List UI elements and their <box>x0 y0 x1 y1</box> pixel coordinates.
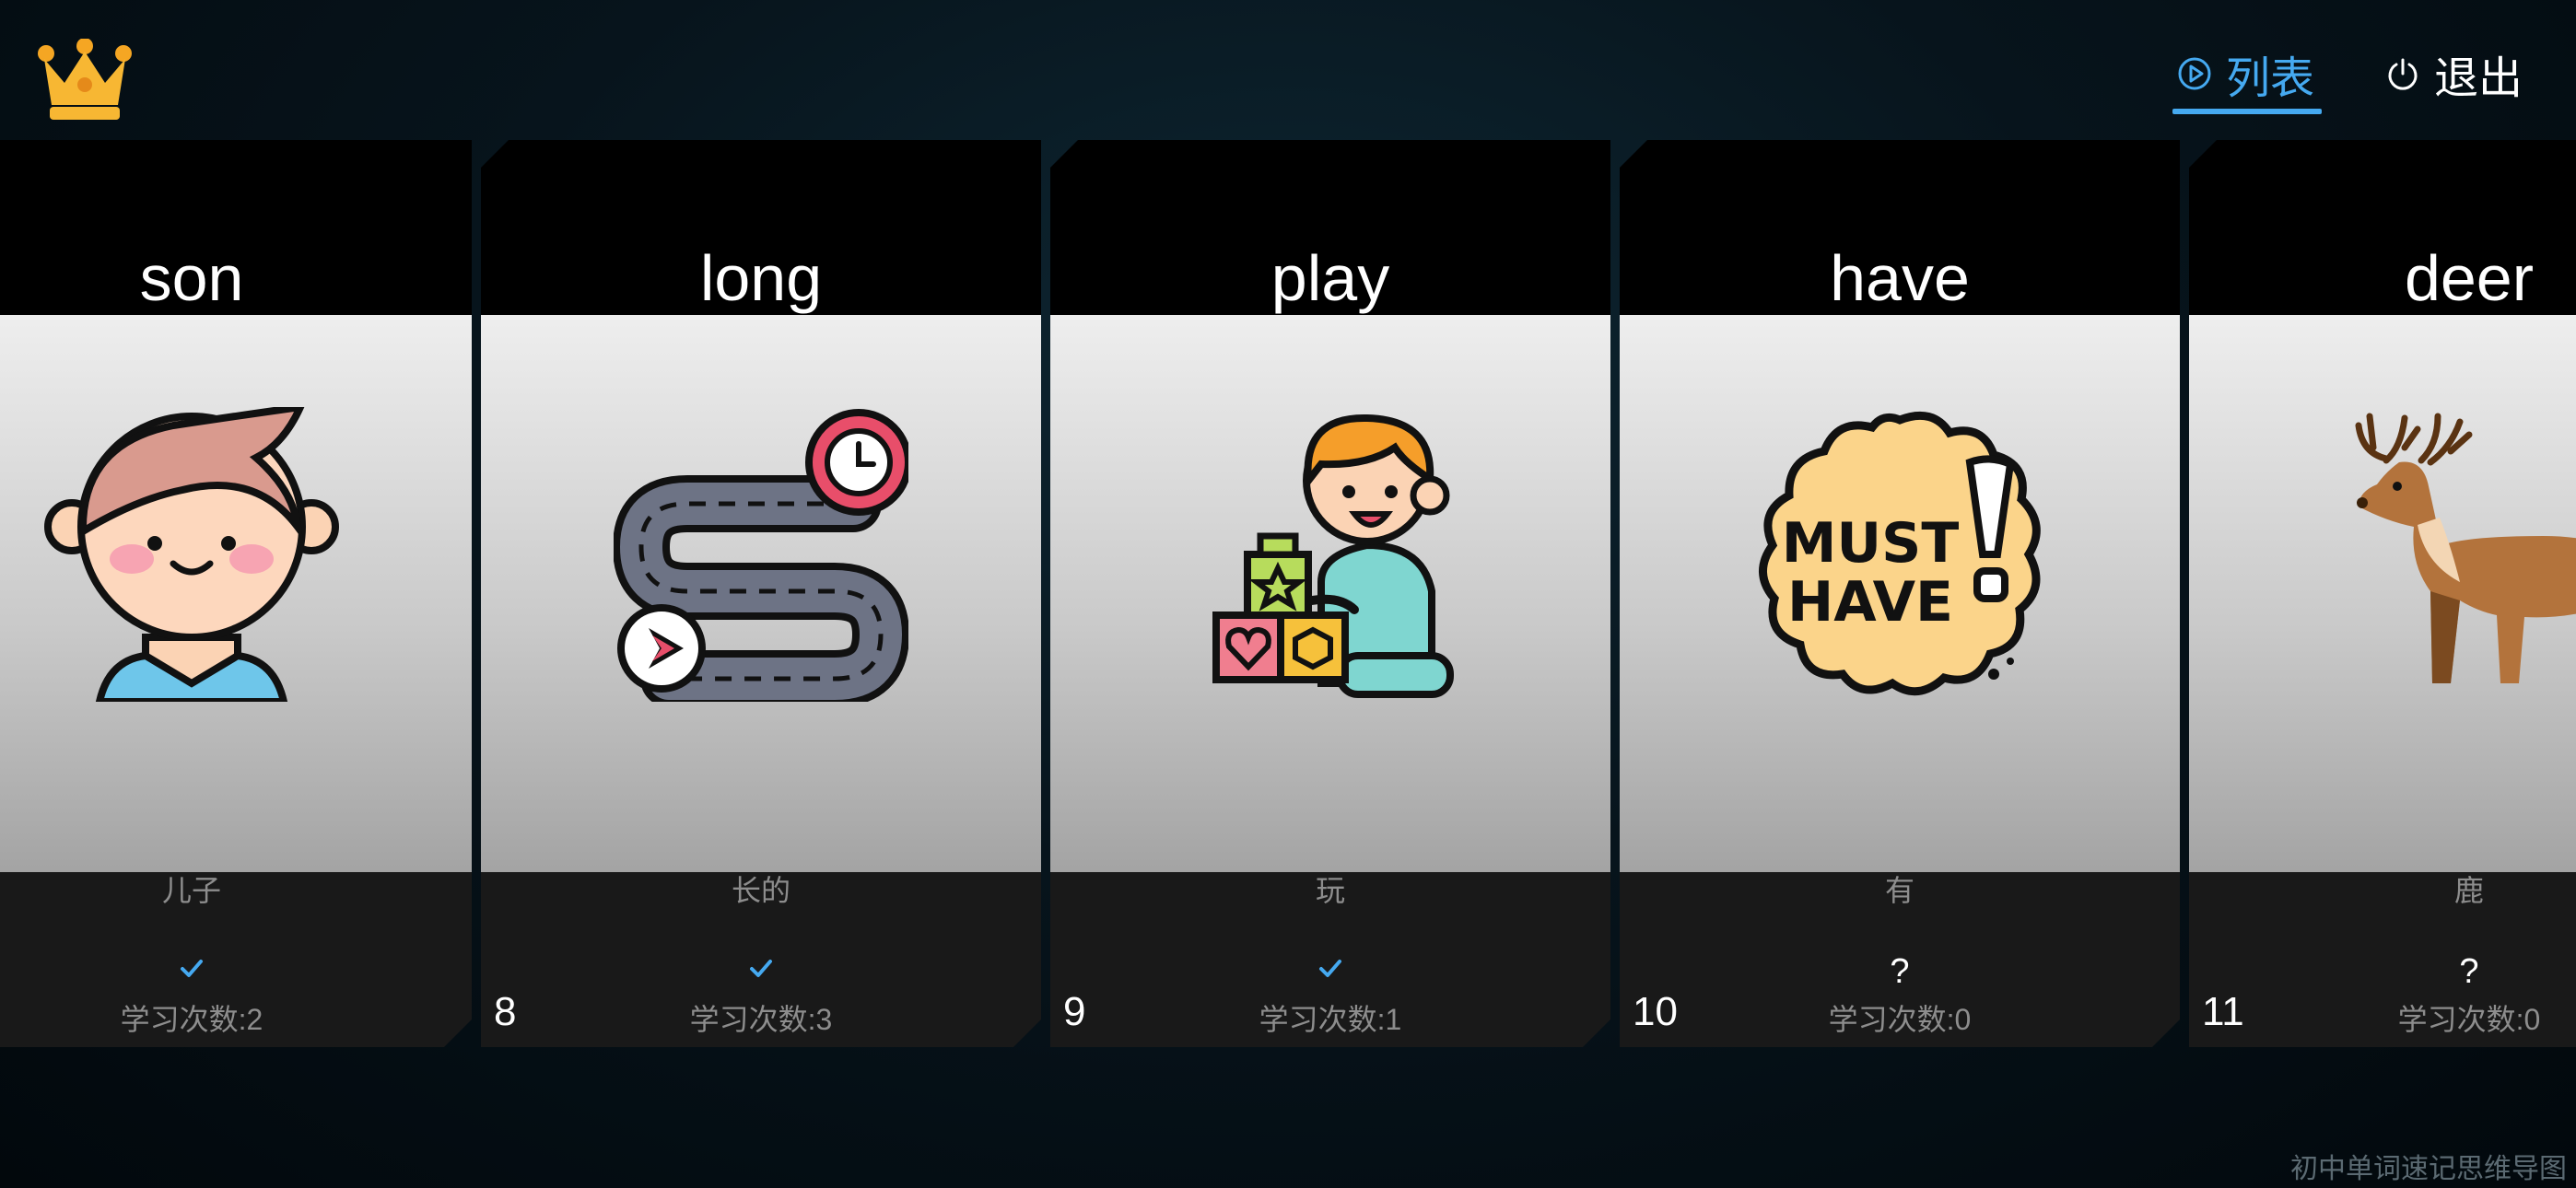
learned-check-icon <box>0 950 472 993</box>
word-card-have[interactable]: have MUST HAVE 有 ? 学习次数:0 10 <box>1620 140 2180 1047</box>
svg-text:MUST: MUST <box>1782 511 1960 576</box>
unlearned-status: ? <box>1890 952 1910 991</box>
word-card-carousel[interactable]: son 儿子 学习次数:2 long 长的 学习次数:3 8 play 玩 学习… <box>0 140 2576 1047</box>
must-have-badge-icon: MUST HAVE <box>1752 407 2047 702</box>
svg-text:HAVE: HAVE <box>1787 570 1953 635</box>
top-bar: 列表 退出 <box>0 0 2576 138</box>
card-word: deer <box>2404 242 2535 314</box>
list-label: 列表 <box>2226 54 2315 103</box>
word-card-long[interactable]: long 长的 学习次数:3 8 <box>481 140 1041 1047</box>
card-meaning: 有 <box>1884 874 1914 907</box>
exit-button[interactable]: 退出 <box>2384 37 2523 111</box>
learned-check-icon <box>481 950 1041 993</box>
word-card-deer[interactable]: deer 鹿 ? 学习次数:0 11 <box>2189 140 2576 1047</box>
word-card-son[interactable]: son 儿子 学习次数:2 <box>0 140 472 1047</box>
active-tab-indicator <box>2172 109 2323 114</box>
card-index: 10 <box>1633 989 1678 1034</box>
card-word: have <box>1830 242 1970 314</box>
card-index: 9 <box>1063 989 1086 1034</box>
deer-icon <box>2322 407 2576 702</box>
power-icon <box>2388 58 2418 90</box>
list-button[interactable]: 列表 <box>2172 37 2323 114</box>
play-circle-icon <box>2178 57 2211 90</box>
card-word: son <box>139 242 244 314</box>
card-meaning: 儿子 <box>161 874 221 907</box>
study-count: 学习次数:0 <box>2397 1003 2541 1036</box>
study-count: 学习次数:1 <box>1259 1003 1402 1036</box>
crown-icon <box>38 39 132 120</box>
card-word: long <box>699 242 823 314</box>
card-meaning: 鹿 <box>2453 874 2484 907</box>
unlearned-status: ? <box>2459 952 2479 991</box>
study-count: 学习次数:3 <box>689 1003 833 1036</box>
watermark: 初中单词速记思维导图 <box>2290 1154 2567 1184</box>
winding-road-icon <box>614 407 908 702</box>
study-count: 学习次数:0 <box>1828 1003 1972 1036</box>
card-index: 8 <box>494 989 517 1034</box>
card-word: play <box>1270 242 1390 314</box>
exit-label: 退出 <box>2434 54 2523 103</box>
child-playing-blocks-icon <box>1183 407 1478 702</box>
study-count: 学习次数:2 <box>120 1003 263 1036</box>
boy-face-icon <box>44 407 339 702</box>
card-index: 11 <box>2202 989 2244 1034</box>
card-meaning: 玩 <box>1315 874 1345 907</box>
word-card-play[interactable]: play 玩 学习次数:1 9 <box>1050 140 1610 1047</box>
learned-check-icon <box>1050 950 1610 993</box>
card-meaning: 长的 <box>731 874 790 907</box>
